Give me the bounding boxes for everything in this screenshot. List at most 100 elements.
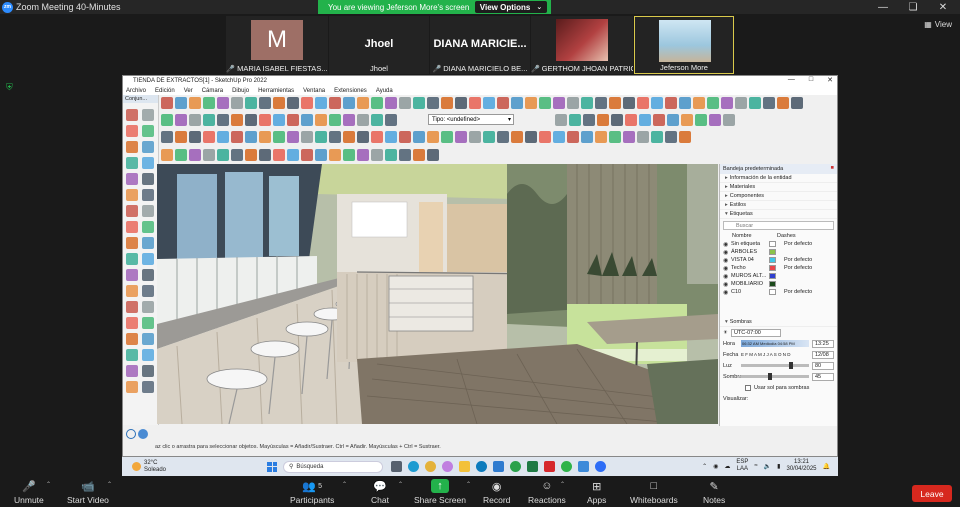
toolbar-tool-icon[interactable] <box>567 97 579 109</box>
chevron-up-icon[interactable]: ⌃ <box>398 481 403 488</box>
eye-icon[interactable]: ◉ <box>723 289 731 296</box>
toolbar-tool-icon[interactable] <box>315 114 327 126</box>
chevron-up-icon[interactable]: ⌃ <box>466 481 471 488</box>
toolbar-tool-icon[interactable] <box>413 97 425 109</box>
toolbar-tool-icon[interactable] <box>189 97 201 109</box>
unmute-button[interactable]: 🎤 Unmute ⌃ <box>14 479 51 506</box>
toolbar-tool-icon[interactable] <box>497 131 509 143</box>
toolbar-tool-icon[interactable] <box>343 131 355 143</box>
toolbar-tool-icon[interactable] <box>343 97 355 109</box>
toolbar-tool-icon[interactable] <box>273 114 285 126</box>
eye-icon[interactable]: ◉ <box>723 265 731 272</box>
tray-section-styles[interactable]: ▸ Estilos <box>720 201 837 210</box>
record-button[interactable]: ◉ Record <box>483 479 510 506</box>
toolbar-tool-icon[interactable] <box>511 131 523 143</box>
tool-icon[interactable] <box>126 205 138 217</box>
close-icon[interactable]: ✕ <box>827 76 833 84</box>
toolbar-tool-icon[interactable] <box>287 149 299 161</box>
toolbar-tool-icon[interactable] <box>695 114 707 126</box>
toolbar-tool-icon[interactable] <box>371 131 383 143</box>
eye-icon[interactable]: ◉ <box>723 281 731 288</box>
toolbar-tool-icon[interactable] <box>343 149 355 161</box>
toolbar-tool-icon[interactable] <box>763 97 775 109</box>
toolbar-tool-icon[interactable] <box>301 97 313 109</box>
tool-icon[interactable] <box>142 285 154 297</box>
tool-icon[interactable] <box>126 333 138 345</box>
toolbar-tool-icon[interactable] <box>483 97 495 109</box>
participant-tile[interactable]: M 🎤 MARIA ISABEL FIESTAS... <box>226 16 328 74</box>
toolbar-tool-icon[interactable] <box>329 114 341 126</box>
slider-knob[interactable] <box>788 362 793 369</box>
chevron-up-icon[interactable]: ⌃ <box>107 481 112 488</box>
file-explorer-icon[interactable] <box>459 461 470 472</box>
toolbar-tool-icon[interactable] <box>315 149 327 161</box>
weather-widget[interactable]: 32°C Soleado <box>122 460 262 474</box>
toolbar-tool-icon[interactable] <box>539 97 551 109</box>
toolbar-tool-icon[interactable] <box>161 97 173 109</box>
toolbar-tool-icon[interactable] <box>553 131 565 143</box>
view-button[interactable]: ▦ View <box>924 20 952 29</box>
toolbar-tool-icon[interactable] <box>329 97 341 109</box>
toolbar-tool-icon[interactable] <box>217 114 229 126</box>
tag-row[interactable]: ◉ Sin etiqueta Por defecto <box>720 240 837 248</box>
tool-icon[interactable] <box>142 269 154 281</box>
menu-item[interactable]: Ver <box>184 88 193 94</box>
language-indicator[interactable]: ESP LAA <box>736 459 748 473</box>
toolbar-tool-icon[interactable] <box>777 97 789 109</box>
menu-item[interactable]: Ayuda <box>376 88 393 94</box>
tool-icon[interactable] <box>142 221 154 233</box>
toolbar-tool-icon[interactable] <box>399 149 411 161</box>
toolbar-tool-icon[interactable] <box>343 114 355 126</box>
toolbar-tool-icon[interactable] <box>667 114 679 126</box>
toolbar-tool-icon[interactable] <box>625 114 637 126</box>
toolbar-tool-icon[interactable] <box>315 97 327 109</box>
taskbar-search[interactable]: ⚲ Búsqueda <box>283 460 383 473</box>
copilot-icon[interactable] <box>442 461 453 472</box>
toolbar-tool-icon[interactable] <box>469 131 481 143</box>
tag-row[interactable]: ◉ MUROS ALT... <box>720 272 837 280</box>
toolbar-tool-icon[interactable] <box>231 97 243 109</box>
hora-input[interactable]: 13:25 <box>812 339 834 348</box>
toolbar-tool-icon[interactable] <box>357 114 369 126</box>
toolbar-tool-icon[interactable] <box>371 114 383 126</box>
toolbar-tool-icon[interactable] <box>665 97 677 109</box>
info-icon[interactable] <box>126 429 136 439</box>
menu-item[interactable]: Cámara <box>202 88 223 94</box>
apps-button[interactable]: ⊞ Apps <box>587 479 606 506</box>
tool-icon[interactable] <box>142 109 154 121</box>
tool-icon[interactable] <box>142 317 154 329</box>
toolbar-tool-icon[interactable] <box>525 97 537 109</box>
tool-icon[interactable] <box>126 285 138 297</box>
toolbar-tool-icon[interactable] <box>175 131 187 143</box>
tag-row[interactable]: ◉ Techo Por defecto <box>720 264 837 272</box>
whatsapp-icon[interactable] <box>561 461 572 472</box>
toolbar-tool-icon[interactable] <box>231 131 243 143</box>
toolbar-tool-icon[interactable] <box>555 114 567 126</box>
toolbar-tool-icon[interactable] <box>217 149 229 161</box>
tool-icon[interactable] <box>142 381 154 393</box>
taskbar-clock[interactable]: 13:21 30/04/2025 <box>786 459 816 473</box>
share-screen-button[interactable]: ↑ Share Screen ⌃ <box>414 479 471 505</box>
maximize-icon[interactable]: □ <box>809 76 813 84</box>
tool-icon[interactable] <box>142 301 154 313</box>
toolbar-tool-icon[interactable] <box>455 97 467 109</box>
notes-button[interactable]: ✎ Notes <box>703 479 725 506</box>
toolbar-tool-icon[interactable] <box>301 114 313 126</box>
tool-icon[interactable] <box>126 365 138 377</box>
toolbar-tool-icon[interactable] <box>301 131 313 143</box>
toolbar-tool-icon[interactable] <box>231 149 243 161</box>
toolbar-tool-icon[interactable] <box>245 97 257 109</box>
user-icon[interactable] <box>138 429 148 439</box>
excel-icon[interactable] <box>527 461 538 472</box>
3d-viewport[interactable] <box>157 164 718 424</box>
sombra-input[interactable]: 45 <box>812 372 834 381</box>
tool-icon[interactable] <box>126 157 138 169</box>
chevron-up-icon[interactable]: ⌃ <box>46 481 51 488</box>
toolbar-tool-icon[interactable] <box>357 97 369 109</box>
task-view-icon[interactable] <box>391 461 402 472</box>
toolbar-tool-icon[interactable] <box>639 114 651 126</box>
tool-icon[interactable] <box>126 253 138 265</box>
tool-icon[interactable] <box>126 109 138 121</box>
tool-icon[interactable] <box>142 189 154 201</box>
toolbar-tool-icon[interactable] <box>637 131 649 143</box>
